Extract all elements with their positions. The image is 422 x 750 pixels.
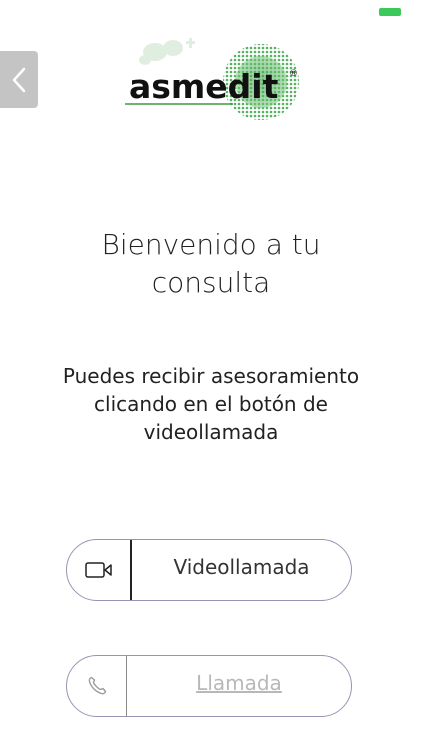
battery-icon	[379, 8, 401, 16]
back-button[interactable]	[0, 51, 38, 108]
welcome-title: Bienvenido a tu consulta	[101, 228, 321, 299]
logo-registered-mark: ®	[289, 69, 298, 79]
consultation-screen: asmedit ® Bienvenido a tu consulta Puede…	[0, 0, 422, 750]
video-call-button[interactable]: Videollamada	[66, 539, 352, 601]
phone-icon	[88, 676, 106, 695]
instructions-text: Puedes recibir asesoramiento clicando en…	[62, 364, 360, 444]
asmedit-logo: asmedit ®	[125, 38, 299, 120]
video-call-label: Videollamada	[173, 555, 310, 579]
video-camera-icon	[84, 562, 112, 578]
phone-call-label: Llamada	[196, 671, 282, 695]
logo-wordmark: asmedit	[129, 67, 279, 106]
chevron-left-icon	[12, 67, 26, 92]
phone-call-button[interactable]: Llamada	[66, 655, 352, 717]
